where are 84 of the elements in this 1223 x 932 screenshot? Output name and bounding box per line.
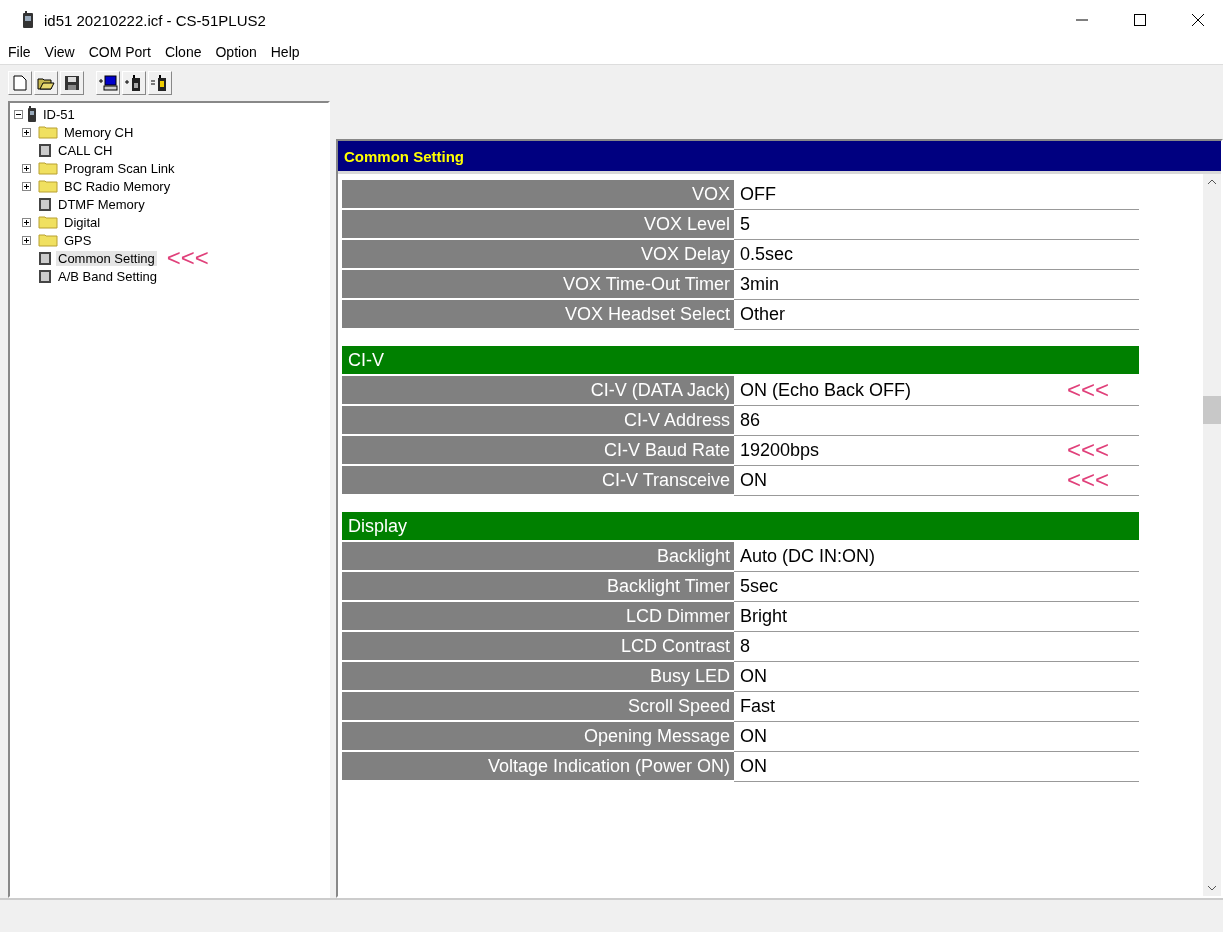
page-icon <box>38 250 52 266</box>
computer-icon[interactable] <box>96 71 120 95</box>
setting-value[interactable]: 8 <box>734 632 1139 662</box>
setting-label: Scroll Speed <box>342 692 734 722</box>
scroll-down-icon[interactable] <box>1207 884 1217 892</box>
tree-item[interactable]: CALL CH <box>56 142 115 158</box>
setting-label: Backlight <box>342 542 734 572</box>
setting-label: CI-V Transceive <box>342 466 734 496</box>
setting-label: CI-V Address <box>342 406 734 436</box>
menu-item[interactable]: Clone <box>164 44 202 60</box>
section-header: CI-V <box>342 346 1139 376</box>
expand-icon[interactable] <box>22 181 31 191</box>
setting-label: VOX Delay <box>342 240 734 270</box>
setting-label: LCD Contrast <box>342 632 734 662</box>
setting-value[interactable]: Other <box>734 300 1139 330</box>
menu-item[interactable]: Option <box>215 44 257 60</box>
setting-label: CI-V Baud Rate <box>342 436 734 466</box>
tree-item[interactable]: GPS <box>62 232 94 248</box>
setting-value[interactable]: 5sec <box>734 572 1139 602</box>
setting-value[interactable]: Bright <box>734 602 1139 632</box>
page-icon <box>38 268 52 284</box>
annotation-arrows: <<< <box>166 249 209 267</box>
radio-icon <box>27 106 37 122</box>
new-file-icon[interactable] <box>8 71 32 95</box>
setting-label: LCD Dimmer <box>342 602 734 632</box>
scroll-up-icon[interactable] <box>1207 178 1217 186</box>
tree-item[interactable]: BC Radio Memory <box>62 178 173 194</box>
setting-label: Backlight Timer <box>342 572 734 602</box>
folder-icon <box>38 161 58 175</box>
section-header: Display <box>342 512 1139 542</box>
scroll-thumb[interactable] <box>1203 396 1221 424</box>
tree-item[interactable]: ID-51 <box>41 106 77 122</box>
menu-item[interactable]: Help <box>270 44 300 60</box>
setting-label: VOX <box>342 180 734 210</box>
setting-value[interactable]: 5 <box>734 210 1139 240</box>
setting-label: VOX Time-Out Timer <box>342 270 734 300</box>
page-icon <box>38 142 52 158</box>
collapse-icon[interactable] <box>14 109 23 119</box>
annotation-arrows: <<< <box>1067 436 1110 464</box>
folder-icon <box>38 215 58 229</box>
setting-label: VOX Headset Select <box>342 300 734 330</box>
expand-icon[interactable] <box>22 235 31 245</box>
setting-value[interactable]: Auto (DC IN:ON) <box>734 542 1139 572</box>
tree-item[interactable]: DTMF Memory <box>56 196 147 212</box>
save-icon[interactable] <box>60 71 84 95</box>
panel-title: Common Setting <box>338 141 1221 171</box>
radio-icon[interactable] <box>148 71 172 95</box>
radio-icon[interactable] <box>122 71 146 95</box>
menu-item[interactable]: COM Port <box>88 44 151 60</box>
tree-item[interactable]: A/B Band Setting <box>56 268 159 284</box>
maximize-icon[interactable] <box>1133 13 1147 27</box>
close-icon[interactable] <box>1191 13 1205 27</box>
expand-icon[interactable] <box>22 127 31 137</box>
folder-icon <box>38 125 58 139</box>
setting-value[interactable]: ON <box>734 662 1139 692</box>
tree-item[interactable]: Digital <box>62 214 103 230</box>
expand-icon[interactable] <box>22 163 31 173</box>
expand-icon[interactable] <box>22 217 31 227</box>
setting-label: CI-V (DATA Jack) <box>342 376 734 406</box>
setting-value[interactable]: ON <box>734 722 1139 752</box>
annotation-arrows: <<< <box>1067 466 1110 494</box>
setting-label: Opening Message <box>342 722 734 752</box>
open-folder-icon[interactable] <box>34 71 58 95</box>
menu-item[interactable]: File <box>8 44 31 60</box>
page-icon <box>38 196 52 212</box>
setting-label: Busy LED <box>342 662 734 692</box>
folder-icon <box>38 179 58 193</box>
setting-value[interactable]: 86 <box>734 406 1139 436</box>
setting-value[interactable]: 3min <box>734 270 1139 300</box>
setting-value[interactable]: Fast <box>734 692 1139 722</box>
annotation-arrows: <<< <box>1067 376 1110 404</box>
tree-item[interactable]: Common Setting <box>56 250 157 266</box>
radio-icon <box>22 11 34 29</box>
setting-value[interactable]: 0.5sec <box>734 240 1139 270</box>
setting-label: VOX Level <box>342 210 734 240</box>
setting-value[interactable]: OFF <box>734 180 1139 210</box>
window-title: id51 20210222.icf - CS-51PLUS2 <box>44 11 266 29</box>
folder-icon <box>38 233 58 247</box>
setting-value[interactable]: ON <box>734 752 1139 782</box>
tree-item[interactable]: Program Scan Link <box>62 160 177 176</box>
scrollbar[interactable] <box>1203 174 1221 896</box>
menu-item[interactable]: View <box>44 44 75 60</box>
tree-item[interactable]: Memory CH <box>62 124 136 140</box>
setting-label: Voltage Indication (Power ON) <box>342 752 734 782</box>
